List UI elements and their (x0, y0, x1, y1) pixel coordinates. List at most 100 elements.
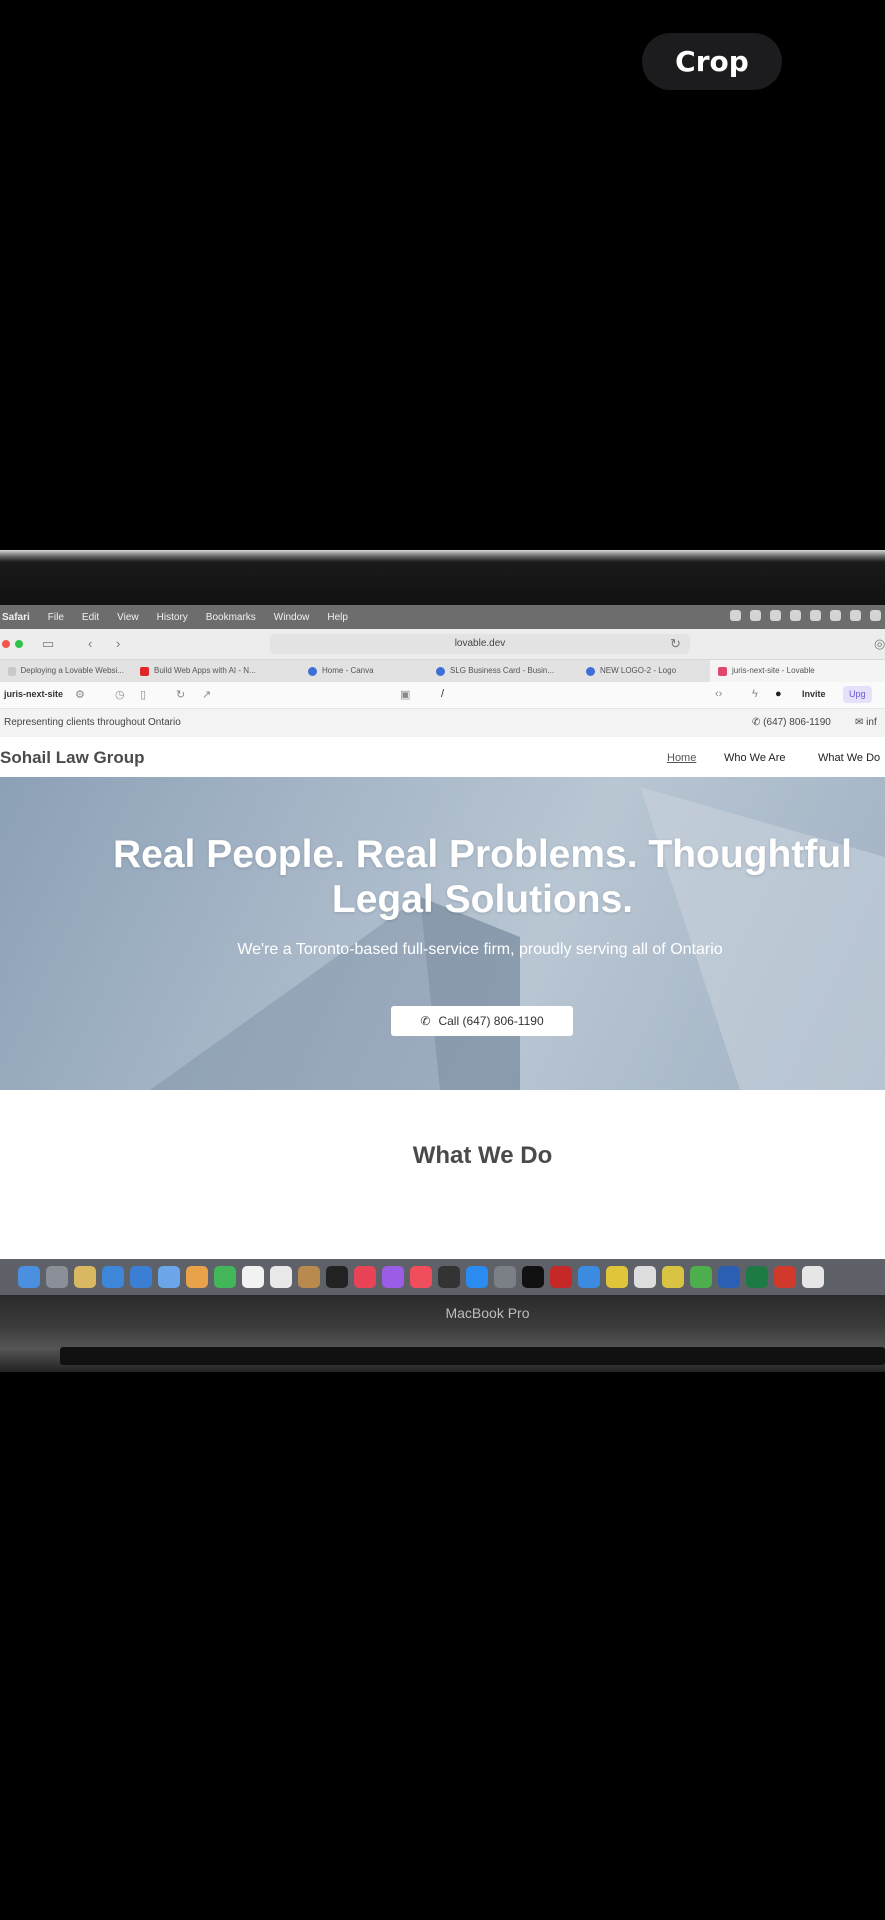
macos-menubar: Safari File Edit View History Bookmarks … (0, 605, 885, 629)
call-button[interactable]: ✆ Call (647) 806-1190 (391, 1006, 573, 1036)
window-controls (2, 640, 23, 648)
numbers-icon[interactable] (690, 1266, 712, 1288)
news-icon[interactable] (410, 1266, 432, 1288)
site-logo[interactable]: Sohail Law Group (0, 748, 145, 768)
settings-icon[interactable]: ⚙ (75, 688, 85, 701)
menu-file[interactable]: File (48, 612, 64, 623)
refresh-icon[interactable]: ↻ (176, 688, 185, 701)
chrome-icon[interactable] (578, 1266, 600, 1288)
menu-bookmarks[interactable]: Bookmarks (206, 612, 256, 623)
browser-tab[interactable]: Home - Canva (300, 660, 428, 682)
music-icon[interactable] (354, 1266, 376, 1288)
invite-button[interactable]: Invite (802, 689, 826, 699)
settings-icon[interactable] (494, 1266, 516, 1288)
zoom-window-icon[interactable] (15, 640, 23, 648)
maps-icon[interactable] (158, 1266, 180, 1288)
top-info-bar: Representing clients throughout Ontario … (0, 709, 885, 737)
podcasts-icon[interactable] (382, 1266, 404, 1288)
website-preview: Representing clients throughout Ontario … (0, 709, 885, 1295)
share-icon[interactable]: ◎ (874, 636, 885, 652)
acrobat-icon[interactable] (774, 1266, 796, 1288)
phone-icon: ✆ (752, 717, 761, 728)
wifi-icon[interactable] (830, 610, 841, 621)
browser-tab-active[interactable]: juris-next-site - Lovable (710, 660, 885, 682)
status-icon[interactable] (810, 610, 821, 621)
upgrade-button[interactable]: Upg (843, 686, 872, 703)
volume-icon[interactable] (850, 610, 861, 621)
tab-bar: Deploying a Lovable Websi... Build Web A… (0, 660, 885, 683)
calendar-icon[interactable] (242, 1266, 264, 1288)
top-phone[interactable]: ✆ (647) 806-1190 (752, 717, 831, 728)
browser-tab[interactable]: SLG Business Card - Busin... (428, 660, 578, 682)
safari-icon[interactable] (102, 1266, 124, 1288)
laptop-bezel (0, 550, 885, 610)
status-icon[interactable] (730, 610, 741, 621)
chrome-canary-icon[interactable] (606, 1266, 628, 1288)
facetime-icon[interactable] (214, 1266, 236, 1288)
device-icon[interactable]: ▣ (400, 688, 410, 701)
launchpad-icon[interactable] (46, 1266, 68, 1288)
reload-icon[interactable]: ↻ (670, 636, 681, 652)
site-navbar: Sohail Law Group Home Who We Are What We… (0, 737, 885, 778)
mail-icon[interactable] (130, 1266, 152, 1288)
section-title: What We Do (412, 1142, 553, 1169)
sidebar-toggle-icon[interactable]: ▭ (42, 636, 54, 652)
status-icon[interactable] (750, 610, 761, 621)
menu-history[interactable]: History (157, 612, 188, 623)
menu-view[interactable]: View (117, 612, 139, 623)
tv-icon[interactable] (326, 1266, 348, 1288)
top-email[interactable]: ✉ inf (855, 717, 877, 728)
app-icon[interactable] (522, 1266, 544, 1288)
word-icon[interactable] (718, 1266, 740, 1288)
history-icon[interactable]: ◷ (115, 688, 125, 701)
browser-tab[interactable]: NEW LOGO-2 - Logo (578, 660, 710, 682)
status-icon[interactable] (770, 610, 781, 621)
project-name[interactable]: juris-next-site (4, 689, 63, 699)
page-icon (8, 666, 16, 676)
finder-icon[interactable] (18, 1266, 40, 1288)
hero-title: Real People. Real Problems. Thoughtful L… (113, 833, 852, 921)
menu-window[interactable]: Window (274, 612, 310, 623)
mail-icon: ✉ (855, 717, 864, 728)
nav-what-we-do[interactable]: What We Do (818, 752, 880, 764)
macos-dock (0, 1259, 885, 1295)
route-path[interactable]: / (441, 688, 444, 700)
downloads-icon[interactable] (802, 1266, 824, 1288)
laptop-body: MacBook Pro (0, 1295, 885, 1372)
folder-icon[interactable] (298, 1266, 320, 1288)
address-bar[interactable]: lovable.dev (270, 634, 690, 654)
search-icon[interactable] (870, 610, 881, 621)
nav-who-we-are[interactable]: Who We Are (724, 752, 786, 764)
notes-icon[interactable] (74, 1266, 96, 1288)
open-external-icon[interactable]: ↗ (202, 688, 211, 701)
youtube-icon (140, 666, 149, 676)
layout-icon[interactable]: ▯ (140, 688, 146, 701)
menu-help[interactable]: Help (327, 612, 348, 623)
menu-app-safari[interactable]: Safari (2, 612, 30, 623)
hero-subtitle: We're a Toronto-based full-service firm,… (237, 941, 723, 958)
browser-tab[interactable]: Deploying a Lovable Websi... (0, 660, 132, 682)
menu-edit[interactable]: Edit (82, 612, 99, 623)
bolt-icon[interactable]: ϟ (752, 688, 758, 700)
close-window-icon[interactable] (2, 640, 10, 648)
app-icon[interactable] (550, 1266, 572, 1288)
excel-icon[interactable] (746, 1266, 768, 1288)
safari-toolbar: ▭ ‹ › ◌ lovable.dev ↻ ◎ (0, 629, 885, 660)
github-icon[interactable]: ● (775, 688, 782, 700)
forward-arrow-icon[interactable]: › (116, 636, 120, 651)
status-icon[interactable] (790, 610, 801, 621)
photos-icon[interactable] (186, 1266, 208, 1288)
code-icon[interactable]: ‹› (715, 688, 722, 700)
back-arrow-icon[interactable]: ‹ (88, 636, 92, 651)
stickies-icon[interactable] (662, 1266, 684, 1288)
reminders-icon[interactable] (270, 1266, 292, 1288)
nav-home[interactable]: Home (667, 752, 696, 764)
stocks-icon[interactable] (438, 1266, 460, 1288)
crop-button[interactable]: Crop (642, 33, 782, 90)
canva-icon (586, 666, 595, 676)
tagline: Representing clients throughout Ontario (4, 717, 181, 728)
browser-tab[interactable]: Build Web Apps with AI - N... (132, 660, 300, 682)
menubar-status-icons (730, 610, 881, 621)
app-store-icon[interactable] (466, 1266, 488, 1288)
app-icon[interactable] (634, 1266, 656, 1288)
